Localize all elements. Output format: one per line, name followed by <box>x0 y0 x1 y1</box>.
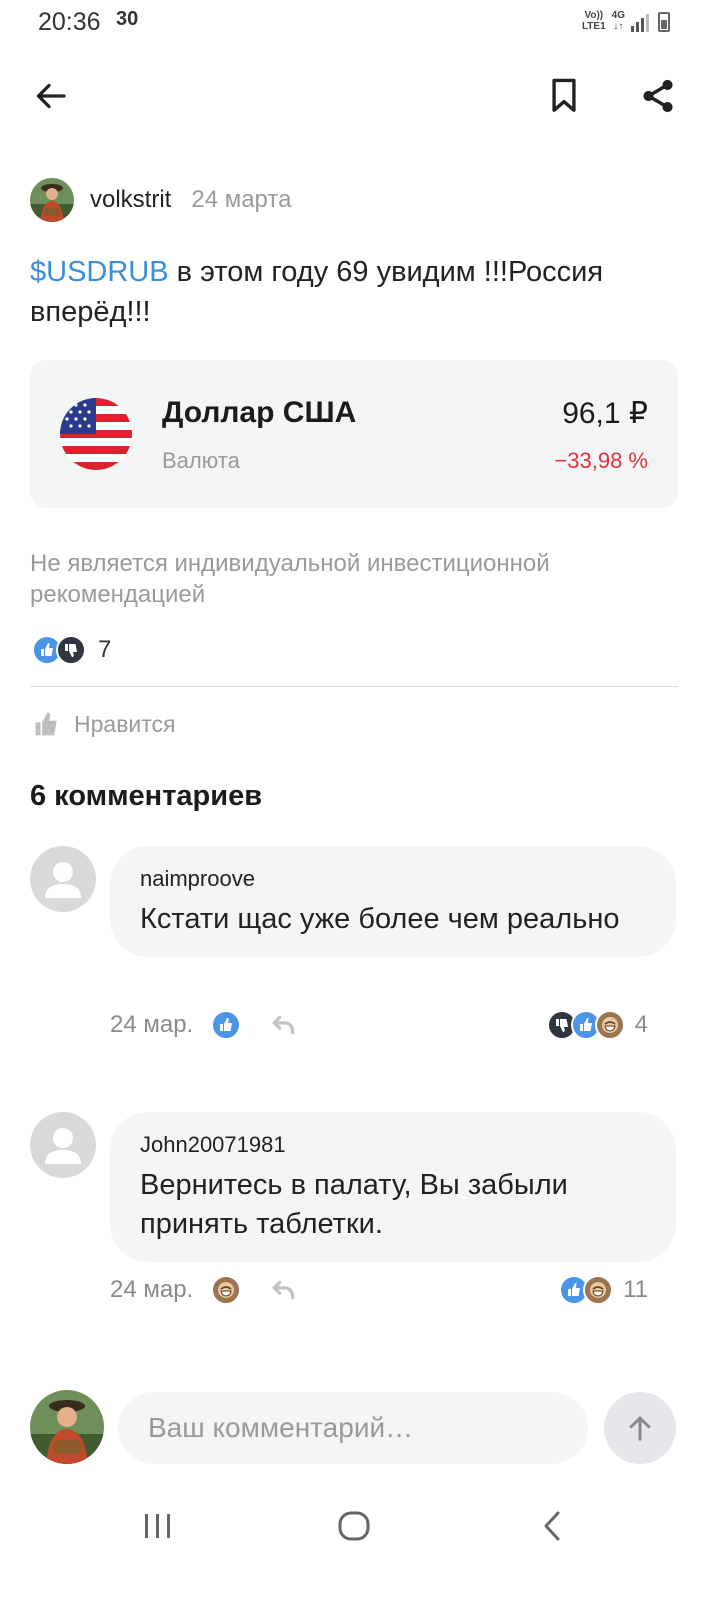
dislike-reaction-icon <box>56 635 86 665</box>
comment-author[interactable]: naimproove <box>140 866 646 892</box>
reply-icon[interactable] <box>271 1279 297 1301</box>
laugh-reaction-icon <box>583 1275 614 1305</box>
home-icon <box>338 1511 370 1541</box>
recent-apps-icon <box>145 1514 170 1538</box>
comment-reactions[interactable]: 11 <box>559 1273 648 1307</box>
comment-input[interactable] <box>118 1392 588 1464</box>
top-toolbar <box>0 60 720 132</box>
my-reaction-button[interactable] <box>211 1275 242 1305</box>
arrow-up-icon <box>629 1416 651 1441</box>
volte-icon: Vo)) LTE1 <box>581 10 606 32</box>
comment-meta: 24 мар. <box>110 1273 297 1307</box>
comments-title: 6 комментариев <box>30 780 263 812</box>
status-time: 20:36 <box>38 8 101 36</box>
comment-composer <box>30 1390 678 1466</box>
instrument-card[interactable]: Доллар США Валюта 96,1 ₽ −33,98 % <box>30 360 678 508</box>
back-button[interactable] <box>24 68 80 124</box>
post-reactions-count: 7 <box>98 636 112 663</box>
comment-reactions-count: 11 <box>623 1276 648 1303</box>
author-name[interactable]: volkstrit <box>90 186 171 214</box>
us-flag-icon <box>60 398 132 470</box>
post-author-row: volkstrit 24 марта <box>30 176 291 224</box>
comment-text: Кстати щас уже более чем реально <box>140 903 620 935</box>
laugh-reaction-icon <box>594 1010 625 1040</box>
ticker-link[interactable]: $USDRUB <box>30 256 169 288</box>
like-label: Нравится <box>74 710 176 737</box>
send-button[interactable] <box>604 1392 676 1464</box>
instrument-type: Валюта <box>162 448 240 473</box>
share-button[interactable] <box>630 68 686 124</box>
like-button[interactable]: Нравится <box>34 706 176 742</box>
comment-avatar[interactable] <box>30 1112 96 1178</box>
comment-item: John20071981 Вернитесь в палату, Вы забы… <box>30 1112 678 1312</box>
post-date: 24 марта <box>191 186 292 213</box>
thumbs-up-icon <box>35 712 57 736</box>
recent-apps-button[interactable] <box>128 1506 188 1546</box>
my-avatar <box>30 1390 104 1464</box>
comment-author[interactable]: John20071981 <box>140 1132 646 1158</box>
comment-reactions[interactable]: 4 <box>546 1008 648 1042</box>
system-nav-bar <box>0 1490 720 1560</box>
comment-date: 24 мар. <box>110 1011 194 1038</box>
battery-icon <box>658 12 670 32</box>
status-bar: 20:36 30 Vo)) LTE1 4G ↓↑ <box>0 0 720 48</box>
signal-icon <box>631 12 649 32</box>
status-icons: Vo)) LTE1 4G ↓↑ <box>582 10 670 32</box>
arrow-left-icon <box>36 83 66 109</box>
divider <box>30 686 678 687</box>
comment-reactions-count: 4 <box>634 1011 648 1038</box>
comment-bubble[interactable]: naimproove Кстати щас уже более чем реал… <box>110 846 676 957</box>
comment-item: naimproove Кстати щас уже более чем реал… <box>30 846 678 1046</box>
reply-icon[interactable] <box>271 1014 297 1036</box>
post-text: $USDRUB в этом году 69 увидим !!!Россия … <box>30 252 690 332</box>
home-button[interactable] <box>324 1506 384 1546</box>
comment-meta: 24 мар. <box>110 1008 297 1042</box>
status-notification-icon: 30 <box>116 8 139 30</box>
comment-text: Вернитесь в палату, Вы забыли принять та… <box>140 1169 568 1240</box>
chevron-left-icon <box>544 1511 560 1541</box>
comment-bubble[interactable]: John20071981 Вернитесь в палату, Вы забы… <box>110 1112 676 1262</box>
my-reaction-button[interactable] <box>211 1010 242 1040</box>
bookmark-button[interactable] <box>536 68 592 124</box>
instrument-change: −33,98 % <box>554 448 648 473</box>
share-icon <box>643 79 673 113</box>
instrument-name: Доллар США <box>162 396 357 429</box>
network-4g-icon: 4G ↓↑ <box>611 10 625 32</box>
disclaimer-text: Не является индивидуальной инвестиционно… <box>30 550 550 608</box>
nav-back-button[interactable] <box>522 1506 582 1546</box>
comment-date: 24 мар. <box>110 1276 194 1303</box>
instrument-price: 96,1 ₽ <box>562 397 648 430</box>
comment-avatar[interactable] <box>30 846 96 912</box>
author-avatar[interactable] <box>30 178 74 222</box>
bookmark-icon <box>552 78 576 112</box>
post-reactions[interactable]: 7 <box>32 632 111 668</box>
